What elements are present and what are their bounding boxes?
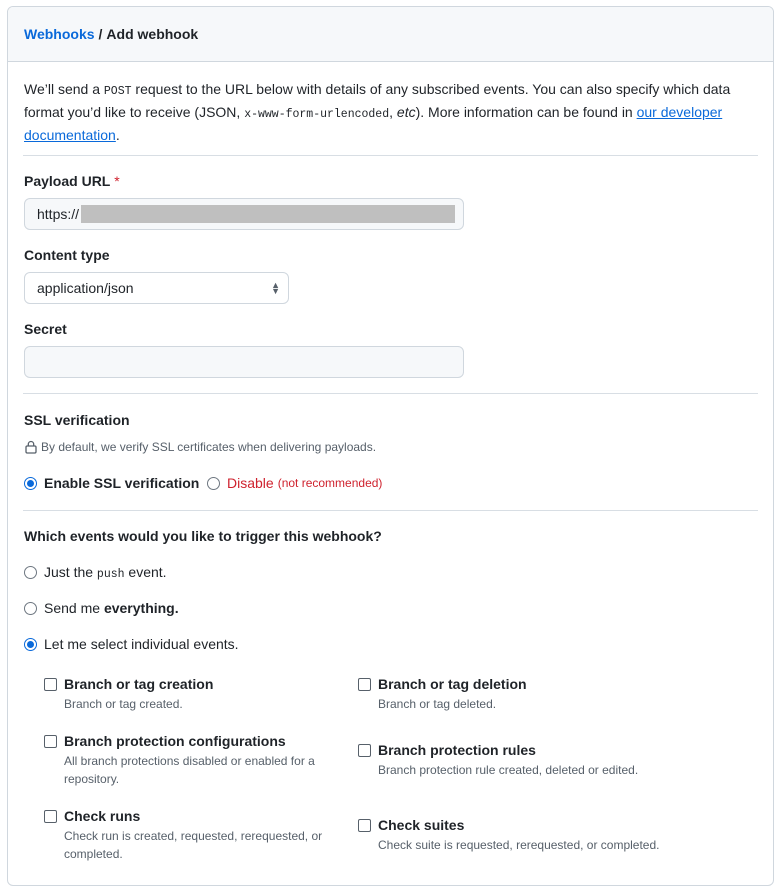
divider <box>23 393 758 394</box>
event-desc: Branch protection rule created, deleted … <box>378 763 639 777</box>
ssl-enable-label: Enable SSL verification <box>44 475 200 491</box>
events-question: Which events would you like to trigger t… <box>24 528 382 544</box>
ssl-enable-option[interactable]: Enable SSL verification <box>24 475 199 491</box>
ssl-disable-option[interactable]: Disable (not recommended) <box>207 475 382 491</box>
event-item[interactable]: Branch or tag creation Branch or tag cre… <box>44 676 334 713</box>
intro-text: We’ll send a POST request to the URL bel… <box>24 79 757 146</box>
payload-url-value: https:// <box>37 206 80 222</box>
intro-code-urlencoded: x-www-form-urlencoded <box>244 108 390 121</box>
content-type-select[interactable]: application/json ▲ ▼ <box>24 272 289 304</box>
push-radio[interactable] <box>24 566 37 579</box>
push-label: Just the push event. <box>44 564 167 581</box>
event-title: Check runs <box>64 808 141 824</box>
intro-part: ). More information can be found in <box>415 104 637 120</box>
payload-url-label: Payload URL * <box>24 173 120 189</box>
event-title: Branch or tag deletion <box>378 676 527 692</box>
intro-part: , <box>389 104 397 120</box>
everything-radio[interactable] <box>24 601 37 615</box>
secret-label: Secret <box>24 321 67 337</box>
event-title: Branch protection rules <box>378 742 536 758</box>
event-desc: Check suite is requested, rerequested, o… <box>378 838 660 852</box>
content-type-value: application/json <box>37 280 134 296</box>
ssl-disable-label: Disable <box>227 475 274 491</box>
ssl-note: By default, we verify SSL certificates w… <box>25 440 376 454</box>
event-checkbox[interactable] <box>358 818 371 832</box>
event-item[interactable]: Check suites Check suite is requested, r… <box>358 817 668 854</box>
event-checkbox[interactable] <box>358 743 371 757</box>
content-type-label: Content type <box>24 247 110 263</box>
breadcrumb-separator: / <box>98 26 103 42</box>
lock-icon <box>25 440 37 454</box>
intro-part: . <box>115 127 120 143</box>
ssl-enable-radio[interactable] <box>24 476 37 490</box>
everything-label: Send me everything. <box>44 600 179 616</box>
required-mark: * <box>114 173 120 189</box>
intro-code-post: POST <box>103 85 132 98</box>
event-item[interactable]: Branch protection rules Branch protectio… <box>358 742 668 779</box>
push-label-pre: Just the <box>44 564 97 580</box>
event-checkbox[interactable] <box>44 677 57 691</box>
event-item[interactable]: Check runs Check run is created, request… <box>44 808 339 863</box>
event-item[interactable]: Branch protection configurations All bra… <box>44 733 339 788</box>
event-title: Check suites <box>378 817 465 833</box>
event-desc: Branch or tag deleted. <box>378 697 497 711</box>
redacted-url <box>81 205 456 223</box>
ssl-label: SSL verification <box>24 412 130 428</box>
push-label-post: event. <box>124 564 167 580</box>
payload-url-input[interactable]: https:// <box>24 198 464 230</box>
event-item[interactable]: Branch or tag deletion Branch or tag del… <box>358 676 658 713</box>
intro-part: We’ll send a <box>24 81 104 97</box>
event-title: Branch protection configurations <box>64 733 286 749</box>
select-radio[interactable] <box>24 637 37 651</box>
ssl-disable-radio[interactable] <box>207 476 220 490</box>
divider <box>23 155 758 156</box>
event-desc: All branch protections disabled or enabl… <box>64 754 315 786</box>
secret-input[interactable] <box>24 346 464 378</box>
event-checkbox[interactable] <box>44 809 57 823</box>
webhook-panel: Webhooks / Add webhook We’ll send a POST… <box>7 6 774 886</box>
intro-etc: etc <box>396 104 416 120</box>
breadcrumb-current: Add webhook <box>106 26 199 42</box>
everything-label-bold: everything. <box>103 600 179 616</box>
event-desc: Check run is created, requested, rereque… <box>64 829 323 861</box>
event-checkbox[interactable] <box>44 734 57 748</box>
event-checkbox[interactable] <box>358 677 371 691</box>
event-title: Branch or tag creation <box>64 676 214 692</box>
divider <box>23 510 758 511</box>
event-desc: Branch or tag created. <box>64 697 183 711</box>
payload-url-label-text: Payload URL <box>24 173 111 189</box>
breadcrumb-webhooks-link[interactable]: Webhooks <box>24 26 95 42</box>
select-arrows-icon: ▲ ▼ <box>271 280 280 296</box>
select-label: Let me select individual events. <box>44 636 239 652</box>
ssl-disable-note: (not recommended) <box>277 476 383 490</box>
event-option-everything[interactable]: Send me everything. <box>24 600 179 616</box>
event-option-select[interactable]: Let me select individual events. <box>24 636 239 652</box>
event-option-push[interactable]: Just the push event. <box>24 564 167 581</box>
push-code: push <box>96 568 125 581</box>
breadcrumb: Webhooks / Add webhook <box>8 7 773 62</box>
ssl-note-text: By default, we verify SSL certificates w… <box>41 440 377 454</box>
everything-label-pre: Send me <box>44 600 104 616</box>
